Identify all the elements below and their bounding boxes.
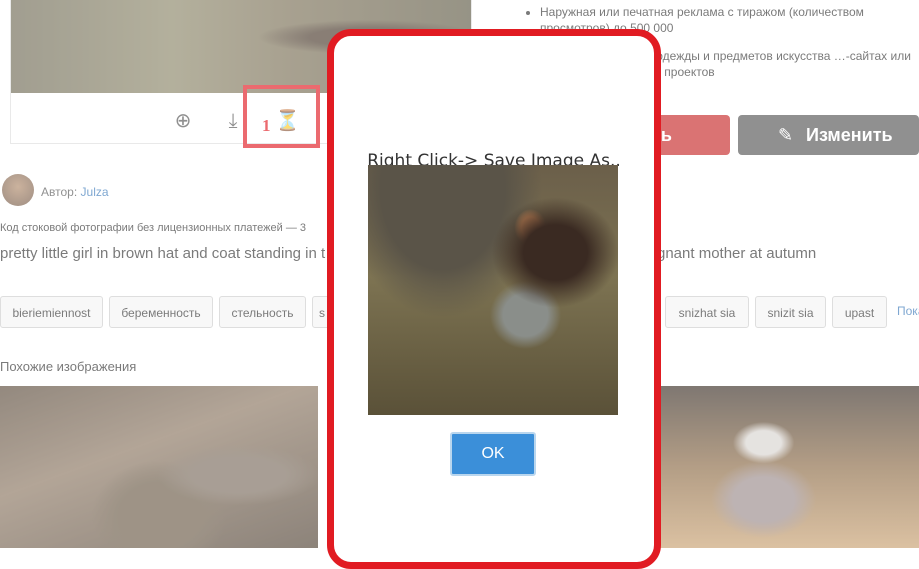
ok-button[interactable]: OK xyxy=(450,432,536,476)
save-image-modal: Right Click-> Save Image As.. OK xyxy=(327,29,661,569)
modal-image[interactable] xyxy=(368,165,618,415)
stock-photo-page: ⊕ ⤓ ⏳ 1 Наружная или печатная реклама с … xyxy=(0,0,919,569)
